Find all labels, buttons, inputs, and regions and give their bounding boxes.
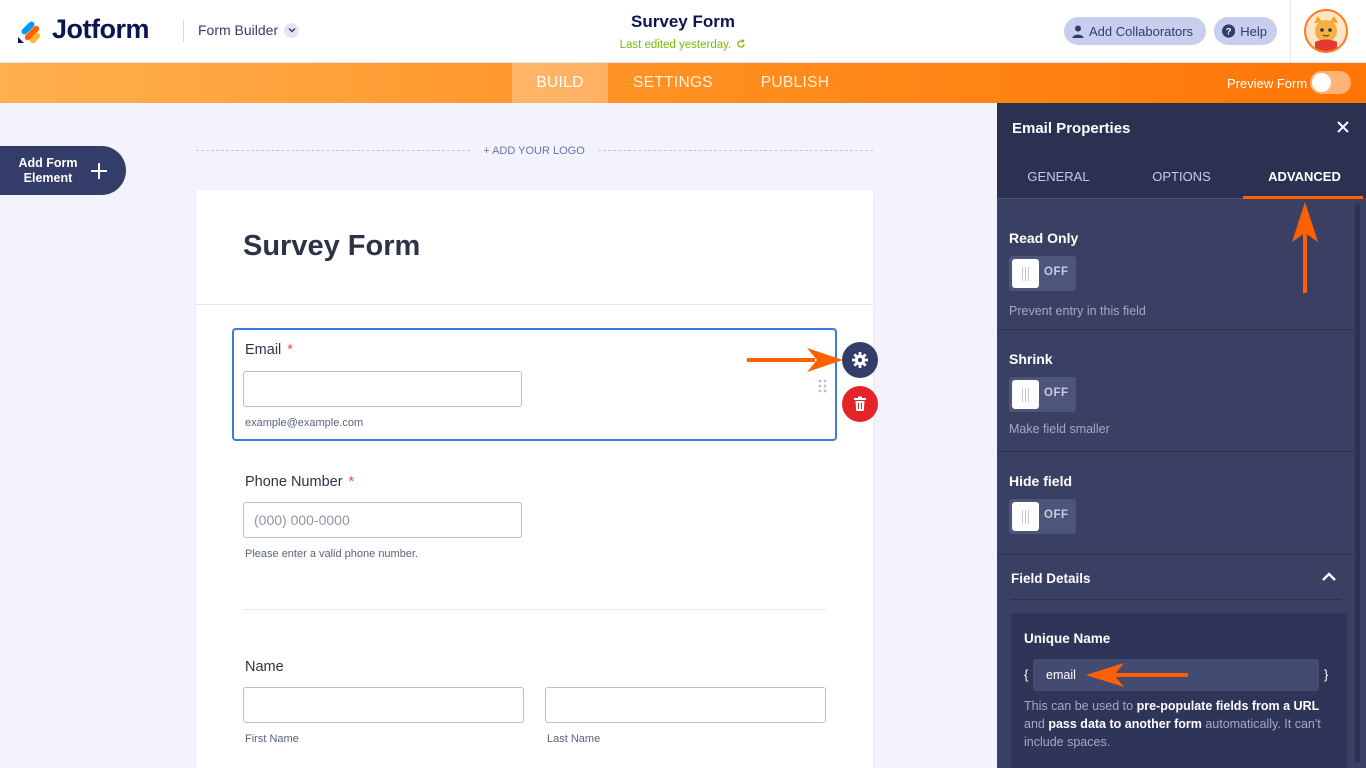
name-label: Name xyxy=(245,659,284,675)
avatar-cat-icon xyxy=(1314,16,1338,51)
read-only-description: Prevent entry in this field xyxy=(1009,304,1146,318)
tab-options[interactable]: OPTIONS xyxy=(1120,153,1243,199)
first-name-sublabel: First Name xyxy=(245,733,299,745)
delete-field-button[interactable] xyxy=(842,386,878,422)
form-card: Survey Form Email * example@example.com P… xyxy=(196,190,873,768)
avatar-divider xyxy=(1290,0,1291,63)
builder-nav: BUILD SETTINGS PUBLISH Preview Form xyxy=(0,63,1366,103)
toggle-state: OFF xyxy=(1044,266,1069,278)
form-title-header[interactable]: Survey Form xyxy=(583,12,783,32)
help-text-1: This can be used to xyxy=(1024,699,1137,713)
toggle-state: OFF xyxy=(1044,387,1069,399)
form-builder-menu[interactable]: Form Builder xyxy=(198,22,300,38)
preview-form-toggle[interactable] xyxy=(1310,71,1351,94)
heading-divider xyxy=(196,304,873,305)
panel-scrollbar[interactable] xyxy=(1355,203,1360,763)
field-properties-button[interactable] xyxy=(842,342,878,378)
field-details-header[interactable]: Field Details xyxy=(997,555,1355,601)
tab-build[interactable]: BUILD xyxy=(512,63,608,103)
brace-close: } xyxy=(1324,667,1329,682)
help-bold-2: pass data to another form xyxy=(1048,717,1202,731)
required-asterisk: * xyxy=(348,474,355,490)
help-label: Help xyxy=(1240,23,1267,39)
email-label: Email * xyxy=(245,342,293,358)
field-divider xyxy=(243,609,826,610)
add-form-element-label: Add Form Element xyxy=(18,155,78,185)
phone-label-text: Phone Number xyxy=(245,474,343,490)
tab-general[interactable]: GENERAL xyxy=(997,153,1120,199)
chevron-up-icon xyxy=(1322,572,1336,581)
logo-dashed-line-left xyxy=(196,150,470,151)
unique-name-title: Unique Name xyxy=(1024,631,1111,646)
help-text-2: and xyxy=(1024,717,1049,731)
preview-form-label: Preview Form xyxy=(1227,76,1308,91)
hide-field-section: Hide field OFF xyxy=(997,452,1355,555)
panel-header: Email Properties xyxy=(997,103,1366,153)
header-divider xyxy=(183,20,184,42)
toggle-knob xyxy=(1312,73,1331,92)
shrink-section: Shrink OFF Make field smaller xyxy=(997,330,1355,452)
add-form-element-button[interactable]: Add Form Element xyxy=(0,146,126,195)
field-details-divider xyxy=(1011,599,1341,600)
email-input[interactable] xyxy=(243,371,522,407)
last-name-sublabel: Last Name xyxy=(547,733,601,745)
last-edited-status: Last edited yesterday. xyxy=(583,39,783,51)
add-collaborators-button[interactable]: Add Collaborators xyxy=(1064,17,1206,45)
hide-field-toggle[interactable]: OFF xyxy=(1009,499,1076,534)
read-only-title: Read Only xyxy=(1009,230,1079,246)
brace-open: { xyxy=(1024,667,1029,682)
unique-name-box: Unique Name { email } This can be used t… xyxy=(1011,613,1347,768)
toggle-knob xyxy=(1012,380,1039,409)
add-collaborators-label: Add Collaborators xyxy=(1089,23,1194,39)
annotation-arrow-up xyxy=(1292,202,1318,293)
tab-advanced[interactable]: ADVANCED xyxy=(1243,153,1366,199)
annotation-arrow-right xyxy=(747,348,843,372)
plus-icon xyxy=(90,155,108,187)
first-name-input[interactable] xyxy=(243,687,524,723)
panel-title: Email Properties xyxy=(1012,120,1131,137)
read-only-toggle[interactable]: OFF xyxy=(1009,256,1076,291)
email-sublabel: example@example.com xyxy=(245,417,364,429)
logo-dashed-line-right xyxy=(598,150,873,151)
shrink-title: Shrink xyxy=(1009,351,1053,367)
email-label-text: Email xyxy=(245,342,282,358)
tab-settings[interactable]: SETTINGS xyxy=(617,63,729,103)
chevron-down-icon xyxy=(284,22,300,38)
top-bar: Jotform Form Builder Survey Form Last ed… xyxy=(0,0,1366,63)
user-avatar[interactable] xyxy=(1304,9,1348,53)
phone-input[interactable]: (000) 000-0000 xyxy=(243,502,522,538)
annotation-arrow-left xyxy=(1086,663,1188,687)
jotform-logo[interactable]: Jotform xyxy=(17,14,150,45)
hide-field-title: Hide field xyxy=(1009,473,1073,489)
panel-tabs: GENERAL OPTIONS ADVANCED xyxy=(997,153,1366,199)
last-name-input[interactable] xyxy=(545,687,826,723)
toggle-state: OFF xyxy=(1044,509,1069,521)
shrink-description: Make field smaller xyxy=(1009,422,1110,436)
jotform-logo-icon xyxy=(18,21,41,44)
form-heading[interactable]: Survey Form xyxy=(243,230,420,263)
shrink-toggle[interactable]: OFF xyxy=(1009,377,1076,412)
required-asterisk: * xyxy=(287,342,293,358)
drag-handle-icon[interactable] xyxy=(818,379,827,393)
help-bold-1: pre-populate fields from a URL xyxy=(1136,699,1320,713)
toggle-knob xyxy=(1012,502,1039,531)
refresh-icon xyxy=(737,39,746,48)
phone-label: Phone Number * xyxy=(245,474,354,490)
toggle-knob xyxy=(1012,259,1039,288)
help-icon: ? xyxy=(1222,24,1236,38)
user-icon xyxy=(1072,25,1084,38)
add-logo-button[interactable]: + ADD YOUR LOGO xyxy=(470,145,598,157)
gear-icon xyxy=(852,352,868,368)
help-button[interactable]: ? Help xyxy=(1214,17,1277,45)
svg-text:?: ? xyxy=(1226,26,1232,37)
form-builder-label: Form Builder xyxy=(198,22,279,38)
trash-icon xyxy=(854,396,866,411)
unique-name-help: This can be used to pre-populate fields … xyxy=(1024,697,1334,751)
close-icon[interactable] xyxy=(1333,117,1353,137)
last-edited-text: Last edited yesterday. xyxy=(619,39,732,51)
brand-name: Jotform xyxy=(52,14,150,44)
phone-sublabel: Please enter a valid phone number. xyxy=(245,548,419,560)
field-details-title: Field Details xyxy=(1011,571,1091,586)
tab-publish[interactable]: PUBLISH xyxy=(745,63,845,103)
